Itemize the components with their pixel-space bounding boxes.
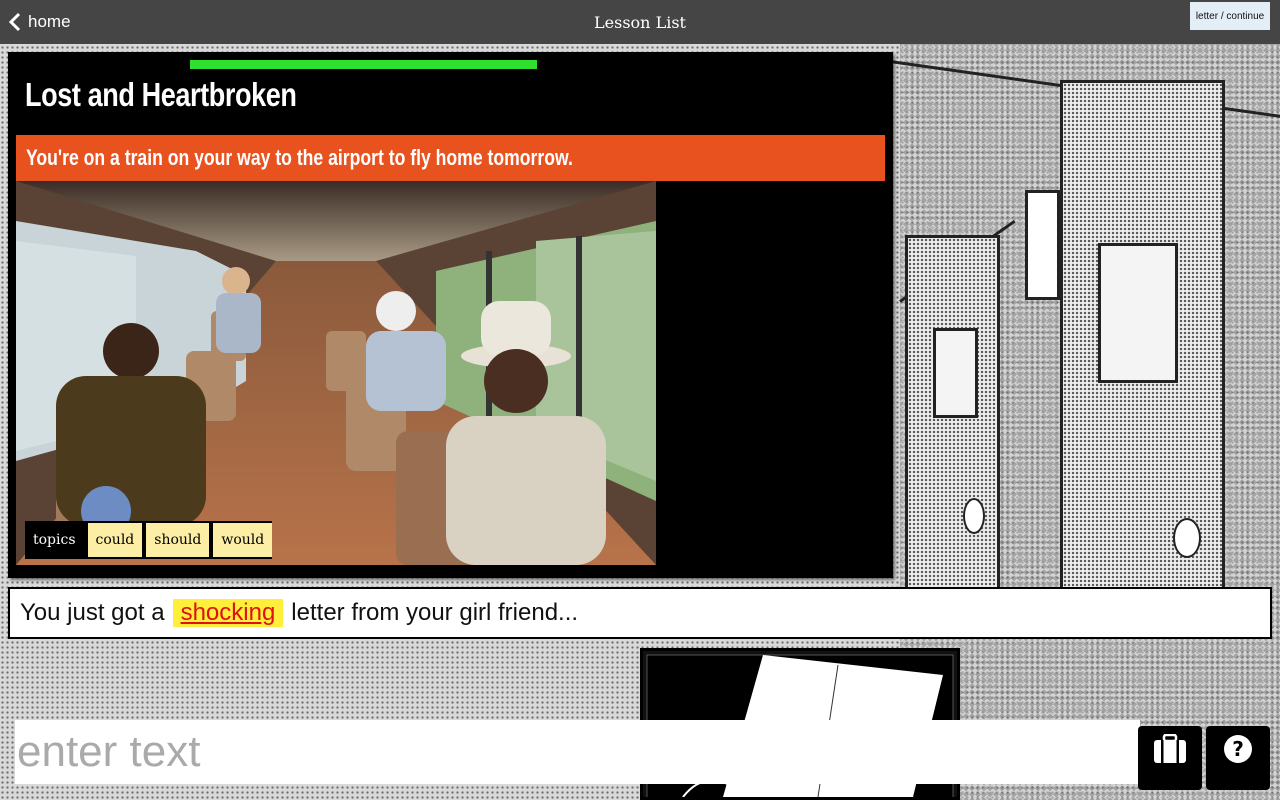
train-interior-illustration <box>16 181 656 565</box>
suitcase-button[interactable] <box>1138 726 1202 790</box>
vocab-word-link[interactable]: shocking <box>172 599 284 627</box>
story-sentence: You just got a shocking letter from your… <box>8 587 1272 639</box>
svg-text:?: ? <box>1232 737 1244 761</box>
help-button[interactable]: ? <box>1206 726 1270 790</box>
background-door-left <box>905 235 1000 595</box>
topics-label: topics <box>25 521 84 559</box>
progress-bar <box>190 60 537 69</box>
background-door-right <box>1060 80 1225 600</box>
top-bar: home Lesson List letter / continue <box>0 0 1280 44</box>
topic-chip-should[interactable]: should <box>146 523 210 557</box>
scenario-text: You're on a train on your way to the air… <box>26 145 573 170</box>
letter-continue-button[interactable]: letter / continue <box>1190 2 1270 30</box>
scenario-banner: You're on a train on your way to the air… <box>16 135 885 181</box>
page-title: Lesson List <box>594 13 686 32</box>
background-pillar <box>1025 190 1060 300</box>
topic-chip-would[interactable]: would <box>213 523 273 557</box>
train-photo <box>16 181 656 565</box>
help-icon: ? <box>1224 735 1252 763</box>
sentence-after: letter from your girl friend... <box>291 599 579 626</box>
topic-row: topics could should would <box>25 521 273 559</box>
answer-input[interactable] <box>15 720 1140 784</box>
lesson-panel: Lost and Heartbroken You're on a train o… <box>8 52 893 578</box>
sentence-before: You just got a <box>20 599 165 626</box>
topic-chip-could[interactable]: could <box>87 523 143 557</box>
lesson-title: Lost and Heartbroken <box>25 76 297 113</box>
suitcase-icon <box>1154 734 1186 763</box>
